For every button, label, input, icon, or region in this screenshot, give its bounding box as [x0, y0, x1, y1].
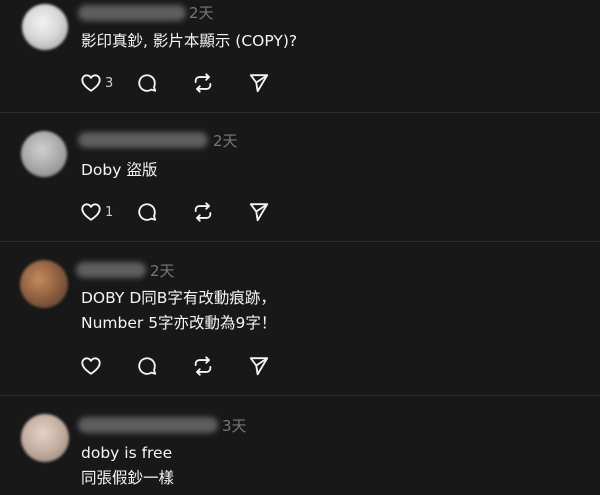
send-icon — [249, 203, 269, 222]
heart-icon — [81, 203, 101, 221]
post-text-line: 同張假鈔一樣 — [81, 469, 175, 487]
heart-icon — [81, 357, 101, 375]
reply-post: 2天 影印真鈔, 影片本顯示 (COPY)? 3 — [0, 0, 600, 113]
post-time: 2天 — [189, 4, 214, 22]
post-text: Doby 盜版 — [81, 158, 157, 183]
reply-post: 2天 DOBY D同B字有改動痕跡， Number 5字亦改動為9字！ — [0, 241, 600, 396]
action-bar: 3 — [80, 71, 278, 95]
share-button[interactable] — [248, 200, 278, 224]
like-button[interactable]: 1 — [80, 200, 136, 224]
avatar[interactable] — [20, 260, 68, 308]
username-blurred[interactable] — [76, 262, 146, 278]
repost-icon — [194, 73, 212, 93]
send-icon — [249, 357, 269, 376]
post-time: 2天 — [150, 262, 175, 280]
comment-icon — [138, 203, 157, 221]
username-blurred[interactable] — [78, 132, 208, 148]
post-text: 影印真鈔, 影片本顯示 (COPY)? — [81, 29, 297, 54]
post-text-line: doby is free — [81, 444, 173, 462]
repost-icon — [194, 356, 212, 376]
repost-button[interactable] — [192, 200, 248, 224]
username-blurred[interactable] — [78, 5, 186, 21]
post-text-line: Number 5字亦改動為9字！ — [81, 314, 277, 332]
heart-icon — [81, 74, 101, 92]
post-text: doby is free 同張假鈔一樣 — [81, 441, 174, 491]
comment-icon — [138, 357, 157, 375]
send-icon — [249, 74, 269, 93]
username-blurred[interactable] — [78, 417, 218, 433]
like-button[interactable]: 3 — [80, 71, 136, 95]
share-button[interactable] — [248, 71, 278, 95]
repost-button[interactable] — [192, 354, 248, 378]
reply-button[interactable] — [136, 200, 192, 224]
reply-button[interactable] — [136, 71, 192, 95]
post-text-line: DOBY D同B字有改動痕跡， — [81, 289, 276, 307]
post-time: 3天 — [222, 417, 247, 435]
comment-icon — [138, 74, 157, 92]
post-time: 2天 — [213, 132, 238, 150]
like-count: 1 — [105, 204, 114, 220]
like-count: 3 — [105, 75, 114, 91]
post-text-line: 影印真鈔, 影片本顯示 (COPY)? — [81, 32, 298, 50]
post-text: DOBY D同B字有改動痕跡， Number 5字亦改動為9字！ — [81, 286, 276, 336]
repost-button[interactable] — [192, 71, 248, 95]
reply-post: 3天 doby is free 同張假鈔一樣 — [0, 395, 600, 495]
share-button[interactable] — [248, 354, 278, 378]
reply-button[interactable] — [136, 354, 192, 378]
avatar[interactable] — [21, 131, 67, 177]
repost-icon — [194, 202, 212, 222]
action-bar: 1 — [80, 200, 278, 224]
like-button[interactable] — [80, 354, 136, 378]
reply-post: 2天 Doby 盜版 1 — [0, 112, 600, 242]
avatar[interactable] — [21, 414, 69, 462]
avatar[interactable] — [22, 4, 68, 50]
action-bar — [80, 354, 278, 378]
post-text-line: Doby 盜版 — [81, 161, 158, 179]
